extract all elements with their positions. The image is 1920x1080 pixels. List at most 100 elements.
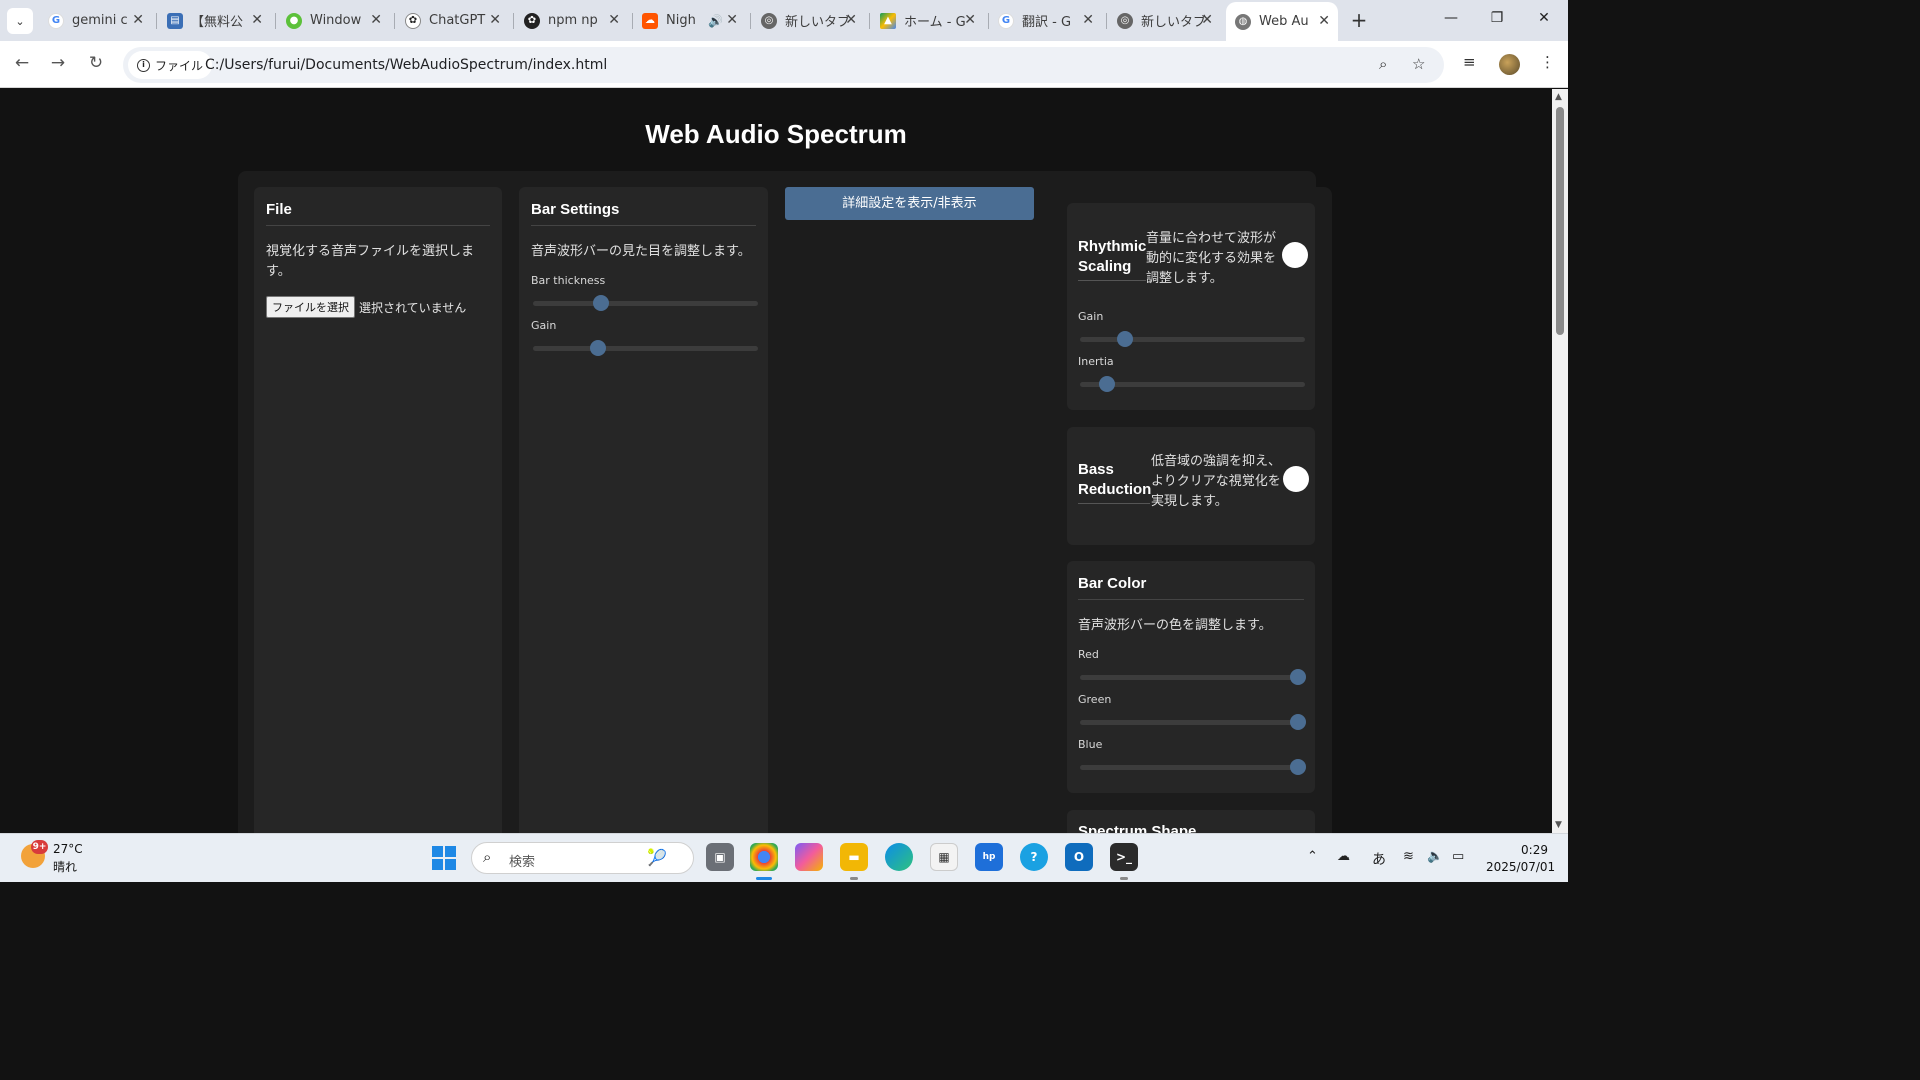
slider-thumb[interactable] (1290, 759, 1307, 775)
wifi-icon[interactable]: ≋ (1403, 849, 1414, 864)
weather-badge: 9+ (31, 840, 48, 854)
blue-slider[interactable] (1080, 759, 1307, 775)
file-explorer-icon[interactable]: ▬ (840, 843, 868, 871)
file-panel: File 視覚化する音声ファイルを選択します。 ファイルを選択 選択されていませ… (254, 187, 502, 833)
blue-label: Blue (1078, 738, 1103, 751)
close-icon[interactable]: ✕ (1201, 12, 1213, 28)
scroll-down-icon[interactable]: ▼ (1555, 820, 1562, 830)
chrome-icon: ◎ (1117, 12, 1133, 29)
terminal-icon[interactable]: >_ (1110, 843, 1138, 871)
close-icon[interactable]: ✕ (845, 12, 857, 28)
slider-thumb[interactable] (1290, 714, 1307, 730)
tab-label: gemini c (72, 13, 128, 28)
site-chip-label: ファイル (155, 58, 204, 73)
rhythmic-scaling-switch[interactable] (1282, 242, 1308, 268)
ime-indicator[interactable]: あ (1372, 849, 1386, 869)
address-bar[interactable]: i ファイル C:/Users/furui/Documents/WebAudio… (123, 47, 1444, 83)
window-close-icon[interactable]: ✕ (1534, 10, 1554, 26)
edge-icon[interactable] (885, 843, 913, 871)
scrollbar-thumb[interactable] (1556, 107, 1564, 335)
chatgpt-icon: ✿ (405, 12, 421, 29)
media-control-icon[interactable]: ≡ (1463, 53, 1476, 71)
rhythmic-title-line2: Scaling (1078, 258, 1132, 275)
tab-label: 新しいタブ (785, 15, 851, 30)
tab-drive[interactable]: ▲ ホーム - G ✕ (880, 6, 984, 35)
myhp-icon[interactable]: hp (975, 843, 1003, 871)
battery-icon[interactable]: ▭ (1452, 849, 1464, 864)
task-view-icon[interactable]: ▣ (706, 843, 734, 871)
tab-npm[interactable]: ✿ npm np ✕ (524, 6, 628, 35)
rhythmic-gain-slider[interactable] (1080, 331, 1305, 347)
profile-avatar[interactable] (1499, 54, 1520, 75)
spectrum-shape-title: Spectrum Shape (1078, 823, 1197, 833)
system-clock[interactable]: 0:29 2025/07/01 (1486, 842, 1555, 876)
bass-reduction-switch[interactable] (1283, 466, 1309, 492)
red-slider[interactable] (1080, 669, 1307, 685)
tab-newtab-1[interactable]: ◎ 新しいタブ ✕ (761, 6, 865, 35)
close-icon[interactable]: ✕ (608, 12, 620, 28)
globe-icon: ◍ (1235, 13, 1251, 30)
tray-overflow-chevron-icon[interactable]: ⌃ (1307, 849, 1318, 864)
help-icon[interactable]: ? (1020, 843, 1048, 871)
start-windows-icon[interactable] (432, 846, 456, 870)
tab-windows[interactable]: ● Window ✕ (286, 6, 390, 35)
bar-settings-title: Bar Settings (531, 201, 756, 226)
tab-soundcloud[interactable]: ☁ Nigh 🔊 ✕ (642, 6, 746, 35)
page-scrollbar[interactable]: ▲ ▼ (1552, 89, 1568, 833)
store-icon[interactable]: ▦ (930, 843, 958, 871)
tab-web-audio[interactable]: ◍ Web Au ✕ (1226, 2, 1338, 41)
slider-thumb[interactable] (1117, 331, 1133, 347)
file-input: ファイルを選択 選択されていません (266, 296, 490, 318)
close-icon[interactable]: ✕ (132, 12, 144, 28)
minimize-icon[interactable]: — (1441, 10, 1461, 26)
tab-chatgpt[interactable]: ✿ ChatGPT ✕ (405, 6, 509, 35)
weather-temperature[interactable]: 27°C (53, 842, 83, 856)
site-info-chip[interactable]: i ファイル (128, 51, 213, 79)
back-arrow-icon[interactable]: ← (11, 53, 33, 73)
chrome-taskbar-icon[interactable] (750, 843, 778, 871)
green-slider[interactable] (1080, 714, 1307, 730)
slider-thumb[interactable] (590, 340, 607, 356)
file-panel-title: File (266, 201, 490, 226)
bar-thickness-slider[interactable] (533, 295, 758, 311)
speaker-icon[interactable]: 🔊 (708, 14, 723, 28)
volume-icon[interactable]: 🔈 (1427, 849, 1443, 864)
close-icon[interactable]: ✕ (251, 12, 263, 28)
tab-label: ホーム - G (904, 15, 966, 30)
choose-file-button[interactable]: ファイルを選択 (266, 296, 355, 318)
tab-free[interactable]: ▤ 【無料公 ✕ (167, 6, 271, 35)
rhythmic-inertia-slider[interactable] (1080, 376, 1305, 392)
close-icon[interactable]: ✕ (489, 12, 501, 28)
close-icon[interactable]: ✕ (370, 12, 382, 28)
bar-gain-slider[interactable] (533, 340, 758, 356)
menu-kebab-icon[interactable]: ⋮ (1540, 53, 1555, 71)
copilot-icon[interactable] (795, 843, 823, 871)
tab-newtab-2[interactable]: ◎ 新しいタブ ✕ (1117, 6, 1221, 35)
onedrive-cloud-icon[interactable]: ☁ (1337, 849, 1350, 864)
reload-icon[interactable]: ↻ (85, 53, 107, 73)
zoom-icon[interactable]: ⌕ (1379, 55, 1387, 73)
bookmark-star-icon[interactable]: ☆ (1412, 55, 1425, 73)
outlook-icon[interactable]: O (1065, 843, 1093, 871)
close-icon[interactable]: ✕ (964, 12, 976, 28)
tab-search-button[interactable]: ⌄ (7, 8, 33, 34)
url-text[interactable]: C:/Users/furui/Documents/WebAudioSpectru… (205, 57, 607, 73)
tab-translate[interactable]: G 翻訳 - G ✕ (998, 6, 1102, 35)
forward-arrow-icon[interactable]: → (47, 53, 69, 73)
slider-thumb[interactable] (592, 295, 609, 311)
close-icon[interactable]: ✕ (1318, 13, 1330, 29)
tab-gemini[interactable]: G gemini c ✕ (48, 6, 152, 35)
restore-icon[interactable]: ❐ (1487, 10, 1507, 26)
close-icon[interactable]: ✕ (726, 12, 738, 28)
weather-condition[interactable]: 晴れ (53, 858, 77, 875)
toggle-advanced-button[interactable]: 詳細設定を表示/非表示 (785, 187, 1034, 220)
slider-thumb[interactable] (1290, 669, 1307, 685)
file-panel-description: 視覚化する音声ファイルを選択します。 (266, 244, 475, 279)
close-icon[interactable]: ✕ (1082, 12, 1094, 28)
slider-thumb[interactable] (1099, 376, 1115, 392)
page-viewport: Web Audio Spectrum File 視覚化する音声ファイルを選択しま… (0, 89, 1552, 833)
bass-title-line1: Bass (1078, 461, 1114, 478)
scroll-up-icon[interactable]: ▲ (1555, 92, 1562, 102)
taskbar-search-box[interactable]: ⌕ 検索 🎾 (471, 842, 694, 874)
new-tab-plus-icon[interactable]: + (1347, 8, 1371, 32)
